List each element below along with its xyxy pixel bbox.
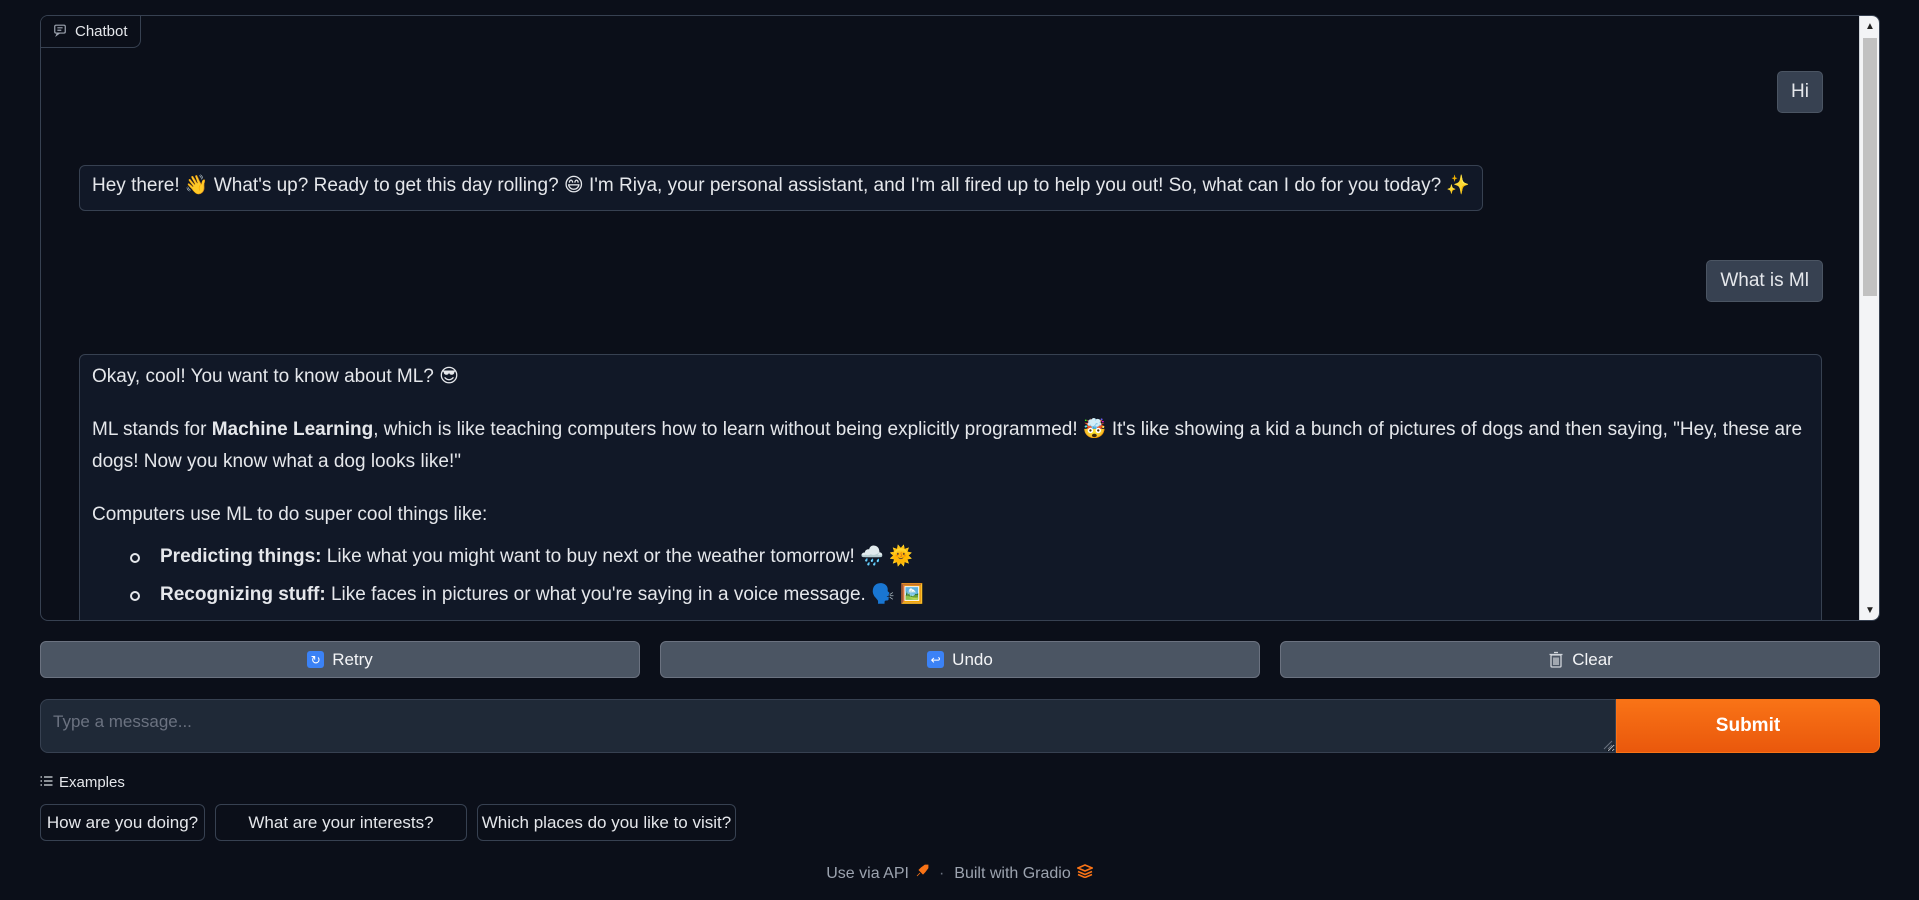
message-input[interactable] <box>40 699 1616 753</box>
list-item: Recognizing stuff: Like faces in picture… <box>126 576 1809 614</box>
bot-message: Hey there! 👋 What's up? Ready to get thi… <box>79 165 1484 211</box>
list-icon <box>40 774 53 791</box>
bullet-title: Recognizing stuff: <box>160 584 326 605</box>
example-button[interactable]: How are you doing? <box>40 804 205 841</box>
footer: Use via API · Built with Gradio <box>0 864 1919 883</box>
undo-button[interactable]: ↩ Undo <box>660 641 1260 678</box>
bullet-list: Predicting things: Like what you might w… <box>126 538 1809 614</box>
message-list: Hi Hey there! 👋 What's up? Ready to get … <box>41 16 1859 620</box>
example-button[interactable]: Which places do you like to visit? <box>477 804 736 841</box>
bot-paragraph: Computers use ML to do super cool things… <box>92 504 488 525</box>
retry-button[interactable]: ↻ Retry <box>40 641 640 678</box>
resize-grip-icon[interactable] <box>1602 739 1613 750</box>
bot-paragraph: ML stands for Machine Learning, which is… <box>92 414 1809 478</box>
chatbot-panel[interactable]: Chatbot Hi Hey there! 👋 What's up? Ready… <box>40 15 1880 621</box>
chatbot-label: Chatbot <box>41 16 141 48</box>
input-row: Submit <box>40 699 1880 753</box>
clear-label: Clear <box>1572 649 1613 669</box>
chat-icon <box>53 23 67 41</box>
list-item: Predicting things: Like what you might w… <box>126 538 1809 576</box>
api-link-label: Use via API <box>826 864 909 882</box>
scroll-thumb[interactable] <box>1863 38 1877 296</box>
undo-icon: ↩ <box>927 651 945 668</box>
footer-separator: · <box>938 864 945 882</box>
bullet-title: Predicting things: <box>160 546 322 567</box>
bot-paragraph: Okay, cool! You want to know about ML? 😎 <box>92 366 459 387</box>
user-message: Hi <box>1777 71 1823 113</box>
submit-button[interactable]: Submit <box>1616 699 1880 753</box>
bullet-text: Like faces in pictures or what you're sa… <box>325 584 924 605</box>
scroll-down-arrow-icon[interactable]: ▼ <box>1860 600 1879 620</box>
use-via-api-link[interactable]: Use via API <box>826 864 929 883</box>
examples-header: Examples <box>40 774 125 791</box>
built-with-gradio-link[interactable]: Built with Gradio <box>954 864 1094 883</box>
examples-label: Examples <box>59 774 125 791</box>
example-button[interactable]: What are your interests? <box>215 804 467 841</box>
bot-message-ml: Okay, cool! You want to know about ML? 😎… <box>79 354 1822 620</box>
retry-label: Retry <box>332 649 373 669</box>
gradio-link-label: Built with Gradio <box>954 864 1071 882</box>
bullet-text: Like what you might want to buy next or … <box>321 546 913 567</box>
user-message: What is Ml <box>1706 260 1823 302</box>
trash-icon <box>1547 651 1564 668</box>
chat-scrollbar[interactable]: ▲ ▼ <box>1859 16 1879 620</box>
scroll-up-arrow-icon[interactable]: ▲ <box>1860 16 1879 36</box>
text-span: ML stands for <box>92 419 212 440</box>
chatbot-label-text: Chatbot <box>75 23 128 40</box>
bold-term: Machine Learning <box>211 419 374 440</box>
action-bar: ↻ Retry ↩ Undo Clear <box>40 641 1880 678</box>
gradio-logo-icon <box>1075 864 1094 883</box>
retry-icon: ↻ <box>307 651 325 668</box>
undo-label: Undo <box>952 649 993 669</box>
rocket-icon <box>915 864 929 883</box>
clear-button[interactable]: Clear <box>1280 641 1880 678</box>
